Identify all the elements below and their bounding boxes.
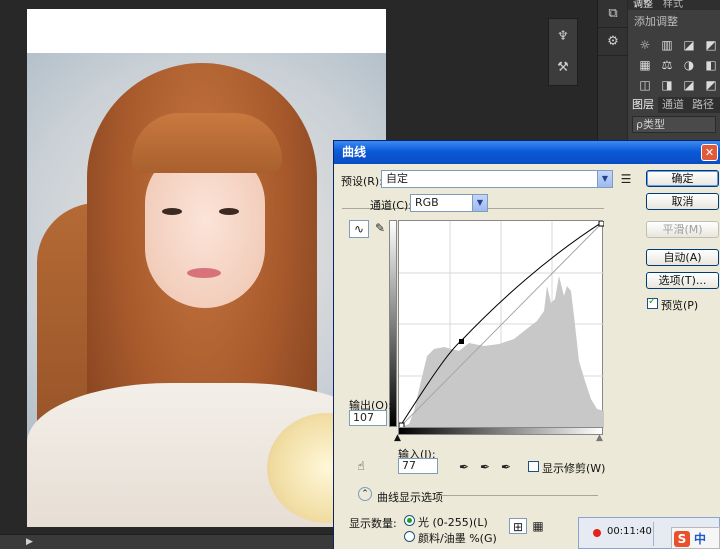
channel-value: RGB [415, 196, 439, 209]
tab-layers[interactable]: 图层 [628, 97, 658, 113]
tab-paths[interactable]: 路径 [688, 97, 718, 113]
white-point-slider-icon[interactable]: ▲ [596, 433, 603, 443]
ime-toolbar[interactable]: S 中 [671, 527, 720, 549]
posterize-icon[interactable]: ◨ [658, 76, 676, 94]
record-time: 00:11:40 [607, 526, 652, 537]
preset-select[interactable]: 自定 ▼ [381, 170, 613, 188]
exposure-icon[interactable]: ◩ [702, 36, 720, 54]
radio-pigment-label: 颜料/油墨 %(G) [418, 532, 497, 545]
floating-tool-strip: ♆ ⚒ [548, 18, 578, 86]
options-button[interactable]: 选项(T)... [646, 272, 719, 289]
gray-eyedropper-icon[interactable]: ✒ [476, 459, 494, 475]
color-balance-icon[interactable]: ⚖ [658, 56, 676, 74]
threshold-icon[interactable]: ◪ [680, 76, 698, 94]
curves-icon[interactable]: ◪ [680, 36, 698, 54]
show-amount-label: 显示数量: [349, 517, 397, 530]
curves-graph[interactable] [398, 220, 605, 429]
photo-bangs [132, 113, 282, 173]
curves-graph-svg [398, 220, 605, 429]
layer-filter-select[interactable]: ρ类型 [632, 116, 716, 133]
adjustment-icon-grid: ☼ ▥ ◪ ◩ ▦ ⚖ ◑ ◧ ◫ ◨ ◪ ◩ [628, 32, 720, 98]
photo-filter-icon[interactable]: ◧ [702, 56, 720, 74]
cancel-button[interactable]: 取消 [646, 193, 719, 210]
tool-options-icon[interactable]: ⚒ [549, 53, 577, 81]
output-field[interactable]: 107 [349, 410, 387, 426]
radio-pigment[interactable] [404, 531, 415, 542]
white-eyedropper-icon[interactable]: ✒ [497, 459, 515, 475]
dialog-title: 曲线 [334, 141, 720, 164]
canvas-top-strip [27, 9, 386, 53]
input-field[interactable]: 77 [398, 458, 438, 474]
collapse-options-icon[interactable]: ⌃ [358, 487, 372, 501]
show-clipping-label: 显示修剪(W) [542, 462, 606, 475]
preset-value: 自定 [386, 172, 408, 185]
curve-point-end[interactable] [598, 220, 605, 227]
input-gradient-bar [398, 427, 603, 435]
status-menu-arrow-icon[interactable]: ▶ [26, 537, 36, 547]
record-dot-icon[interactable] [593, 529, 601, 537]
target-adjust-hand-icon[interactable]: ☝ [352, 458, 370, 474]
vibrance-icon[interactable]: ▦ [636, 56, 654, 74]
add-adjustment-label: 添加调整 [634, 15, 678, 28]
preset-options-icon[interactable]: ☰ [617, 171, 635, 187]
preview-label: 预览(P) [661, 299, 699, 312]
display-options-line [440, 495, 598, 496]
preview-checkbox[interactable] [647, 296, 658, 309]
chevron-down-icon[interactable]: ▼ [472, 195, 487, 211]
pencil-icon[interactable]: ✎ [371, 220, 389, 236]
display-options-label: 曲线显示选项 [377, 491, 443, 504]
levels-icon[interactable]: ▥ [658, 36, 676, 54]
chevron-down-icon[interactable]: ▼ [597, 171, 612, 187]
ime-mode[interactable]: 中 [694, 530, 706, 547]
radio-light-label: 光 (0-255)(L) [418, 516, 488, 529]
sogou-logo-icon: S [674, 531, 690, 547]
black-point-slider-icon[interactable]: ▲ [394, 433, 401, 443]
channel-label: 通道(C): [370, 199, 412, 212]
radio-light[interactable] [404, 515, 415, 526]
close-icon[interactable]: ✕ [701, 144, 718, 161]
detailed-grid-icon[interactable]: ▦ [529, 518, 547, 534]
show-clipping-checkbox[interactable] [528, 461, 539, 472]
brightness-icon[interactable]: ☼ [636, 36, 654, 54]
tab-channels[interactable]: 通道 [658, 97, 688, 113]
curve-point-selected[interactable] [459, 339, 464, 344]
adjustments-panel-tabs: 调整 样式 [628, 0, 720, 10]
recorder-separator [653, 522, 654, 546]
photo-eye-right [219, 208, 239, 215]
tab-adjustments[interactable]: 调整 [628, 0, 658, 10]
photo-lips [187, 268, 221, 278]
output-gradient-bar [389, 220, 397, 427]
tab-styles[interactable]: 样式 [658, 0, 688, 10]
black-white-icon[interactable]: ◑ [680, 56, 698, 74]
auto-button[interactable]: 自动(A) [646, 249, 719, 266]
properties-panel-icon[interactable]: ⚙ [598, 28, 628, 56]
photo-eye-left [162, 208, 182, 215]
brush-preset-icon[interactable]: ♆ [549, 22, 577, 50]
smooth-button[interactable]: 平滑(M) [646, 221, 719, 238]
black-eyedropper-icon[interactable]: ✒ [455, 459, 473, 475]
ok-button[interactable]: 确定 [646, 170, 719, 187]
invert-icon[interactable]: ◫ [636, 76, 654, 94]
simple-grid-icon[interactable]: ⊞ [509, 518, 527, 534]
gradient-map-icon[interactable]: ◩ [702, 76, 720, 94]
layers-panel-tabs: 图层 通道 路径 [628, 97, 720, 113]
channel-select[interactable]: RGB ▼ [410, 194, 488, 212]
curve-edit-icon[interactable]: ∿ [349, 220, 369, 238]
history-panel-icon[interactable]: ⧉ [598, 0, 628, 28]
preset-label: 预设(R): [341, 175, 383, 188]
